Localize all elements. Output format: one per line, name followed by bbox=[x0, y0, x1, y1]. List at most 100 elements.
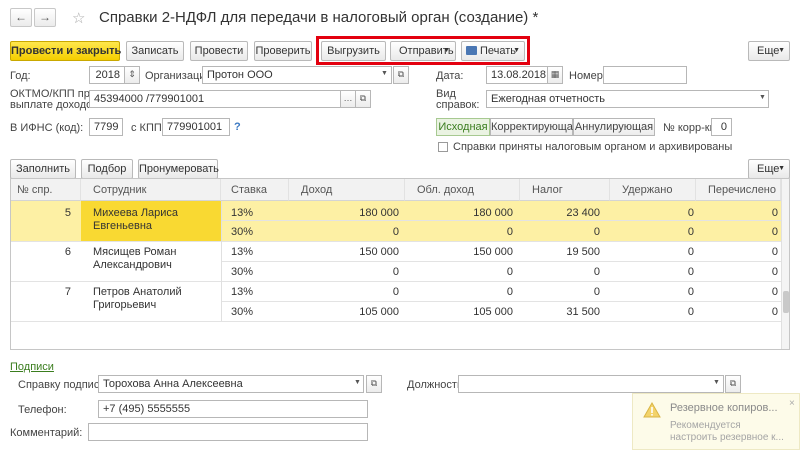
open-organization-icon[interactable]: ⧉ bbox=[393, 66, 409, 84]
rate-cell: 30% bbox=[231, 266, 254, 278]
close-icon[interactable]: × bbox=[789, 398, 795, 409]
select-ellipsis-icon[interactable]: … bbox=[340, 90, 356, 108]
transferred-cell: 0 bbox=[771, 286, 778, 298]
column-header-taxable-income[interactable]: Обл. доход bbox=[405, 179, 520, 201]
open-signer-icon[interactable]: ⧉ bbox=[366, 375, 382, 393]
dropdown-arrow-icon[interactable]: ▼ bbox=[381, 70, 388, 77]
withheld-cell: 0 bbox=[687, 266, 694, 278]
ifns-field[interactable]: 7799 bbox=[89, 118, 123, 136]
rate-cell: 13% bbox=[231, 207, 254, 219]
more-button[interactable]: Еще ▼ bbox=[748, 41, 790, 61]
organization-field[interactable]: Протон ООО bbox=[202, 66, 392, 84]
withheld-cell: 0 bbox=[687, 246, 694, 258]
row-number: 6 bbox=[64, 246, 71, 258]
column-header-transferred[interactable]: Перечислено bbox=[696, 179, 781, 201]
date-label: Дата: bbox=[436, 70, 464, 82]
taxable-cell: 0 bbox=[506, 266, 513, 278]
check-button[interactable]: Проверить bbox=[254, 41, 312, 61]
employees-table[interactable]: № спр. Сотрудник Ставка Доход Обл. доход… bbox=[10, 178, 790, 350]
post-button[interactable]: Провести bbox=[190, 41, 248, 61]
table-scrollbar[interactable] bbox=[781, 179, 789, 349]
employee-name-line2: Евгеньевна bbox=[93, 220, 153, 232]
withheld-cell: 0 bbox=[687, 286, 694, 298]
tax-cell: 0 bbox=[593, 266, 600, 278]
page-title: Справки 2-НДФЛ для передачи в налоговый … bbox=[99, 9, 539, 26]
transferred-cell: 0 bbox=[771, 207, 778, 219]
notification-title: Резервное копиров... bbox=[670, 402, 778, 414]
phone-label: Телефон: bbox=[18, 404, 67, 416]
rate-cell: 30% bbox=[231, 226, 254, 238]
scrollbar-thumb[interactable] bbox=[783, 291, 789, 313]
column-header-withheld[interactable]: Удержано bbox=[610, 179, 696, 201]
column-header-income[interactable]: Доход bbox=[289, 179, 405, 201]
signed-by-field[interactable]: Торохова Анна Алексеевна bbox=[98, 375, 364, 393]
transferred-cell: 0 bbox=[771, 246, 778, 258]
save-button[interactable]: Записать bbox=[126, 41, 184, 61]
forward-button[interactable]: → bbox=[34, 8, 56, 27]
column-header-number[interactable]: № спр. bbox=[11, 179, 81, 201]
open-position-icon[interactable]: ⧉ bbox=[725, 375, 741, 393]
withheld-cell: 0 bbox=[687, 306, 694, 318]
warning-icon bbox=[643, 402, 661, 418]
ifns-label: В ИФНС (код): bbox=[10, 122, 84, 134]
dropdown-arrow-icon[interactable]: ▼ bbox=[713, 379, 720, 386]
open-oktmo-icon[interactable]: ⧉ bbox=[355, 90, 371, 108]
highlight-frame bbox=[316, 36, 530, 65]
tax-cell: 23 400 bbox=[566, 207, 600, 219]
year-stepper[interactable]: ⇕ bbox=[124, 66, 140, 84]
help-icon[interactable]: ? bbox=[234, 121, 241, 133]
date-field[interactable]: 13.08.2018 bbox=[486, 66, 548, 84]
renumber-button[interactable]: Пронумеровать bbox=[138, 159, 219, 179]
comment-field[interactable] bbox=[88, 423, 368, 441]
employee-name-line2: Александрович bbox=[93, 259, 172, 271]
dropdown-arrow-icon[interactable]: ▼ bbox=[354, 379, 361, 386]
type-corrective-option[interactable]: Корректирующая bbox=[490, 118, 579, 136]
column-header-tax[interactable]: Налог bbox=[520, 179, 610, 201]
report-type-select[interactable]: Ежегодная отчетность bbox=[486, 90, 769, 108]
dropdown-arrow-icon[interactable]: ▼ bbox=[759, 94, 766, 101]
income-cell: 105 000 bbox=[359, 306, 399, 318]
year-label: Год: bbox=[10, 70, 31, 82]
rate-cell: 13% bbox=[231, 286, 254, 298]
rate-cell: 13% bbox=[231, 246, 254, 258]
transferred-cell: 0 bbox=[771, 266, 778, 278]
back-button[interactable]: ← bbox=[10, 8, 32, 27]
rate-cell: 30% bbox=[231, 306, 254, 318]
kpp-label: с КПП: bbox=[131, 122, 165, 134]
table-more-button[interactable]: Еще ▼ bbox=[748, 159, 790, 179]
income-cell: 0 bbox=[392, 286, 399, 298]
accepted-checkbox[interactable] bbox=[438, 142, 448, 152]
oktmo-label-line2: выплате доходов: bbox=[10, 99, 102, 111]
position-field[interactable] bbox=[458, 375, 724, 393]
calendar-icon[interactable]: ▦ bbox=[547, 66, 563, 84]
taxable-cell: 180 000 bbox=[473, 207, 513, 219]
post-and-close-button[interactable]: Провести и закрыть bbox=[10, 41, 121, 61]
employee-name: Михеева Лариса bbox=[93, 207, 179, 219]
dropdown-arrow-icon: ▼ bbox=[778, 165, 785, 172]
transferred-cell: 0 bbox=[771, 226, 778, 238]
column-header-employee[interactable]: Сотрудник bbox=[81, 179, 221, 201]
tax-cell: 0 bbox=[593, 286, 600, 298]
arrow-right-icon: → bbox=[39, 10, 51, 24]
oktmo-field[interactable]: 45394000 /779901001 bbox=[89, 90, 341, 108]
comment-label: Комментарий: bbox=[10, 427, 83, 439]
correction-number-field[interactable]: 0 bbox=[711, 118, 732, 136]
favorite-star-icon[interactable]: ☆ bbox=[72, 9, 85, 27]
backup-notification[interactable]: Резервное копиров... Рекомендуется настр… bbox=[632, 393, 800, 450]
taxable-cell: 105 000 bbox=[473, 306, 513, 318]
kpp-field[interactable]: 779901001 bbox=[162, 118, 230, 136]
number-field[interactable] bbox=[603, 66, 687, 84]
tax-cell: 31 500 bbox=[566, 306, 600, 318]
type-cancelling-option[interactable]: Аннулирующая bbox=[573, 118, 655, 136]
taxable-cell: 150 000 bbox=[473, 246, 513, 258]
phone-field[interactable]: +7 (495) 5555555 bbox=[98, 400, 368, 418]
employee-name: Петров Анатолий bbox=[93, 286, 182, 298]
year-field[interactable]: 2018 bbox=[89, 66, 125, 84]
signatures-link[interactable]: Подписи bbox=[10, 361, 54, 373]
fill-button[interactable]: Заполнить bbox=[10, 159, 76, 179]
transferred-cell: 0 bbox=[771, 306, 778, 318]
notification-text-line1: Рекомендуется bbox=[670, 420, 741, 431]
column-header-rate[interactable]: Ставка bbox=[221, 179, 289, 201]
type-original-option[interactable]: Исходная bbox=[436, 118, 490, 136]
select-button[interactable]: Подбор bbox=[81, 159, 133, 179]
